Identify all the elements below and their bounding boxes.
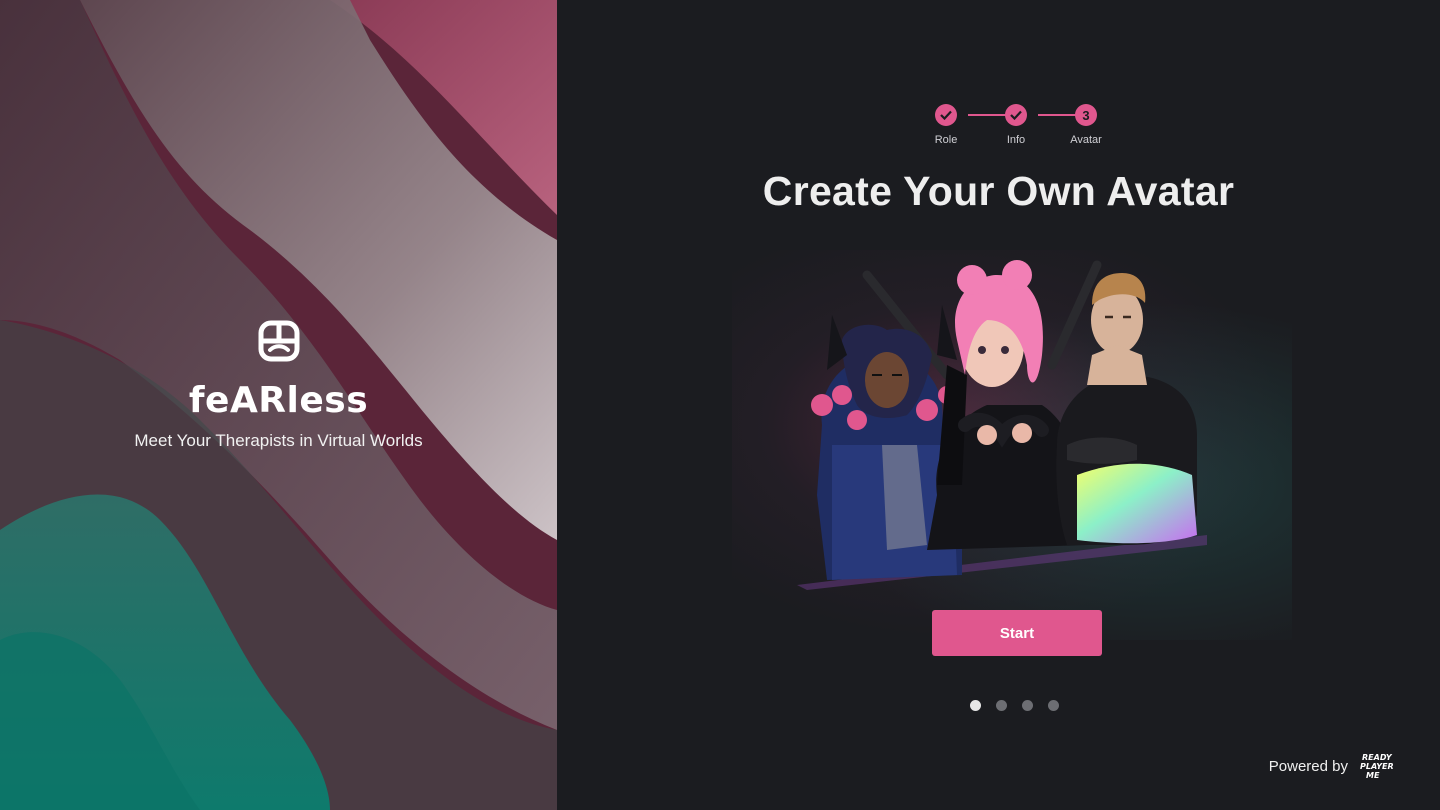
- carousel-pagination: [970, 700, 1059, 711]
- carousel-dot-4[interactable]: [1048, 700, 1059, 711]
- powered-by: Powered by READY PLAYER ME: [1269, 752, 1404, 780]
- step-info: Info: [986, 104, 1046, 146]
- app-logo-icon: [258, 320, 299, 362]
- progress-stepper: Role Info 3 Avatar: [927, 104, 1102, 148]
- powered-by-text: Powered by: [1268, 757, 1348, 775]
- svg-text:READY: READY: [1362, 753, 1393, 762]
- check-icon: [1005, 104, 1027, 126]
- brand-panel: feARless Meet Your Therapists in Virtual…: [0, 0, 557, 810]
- step-number: 3: [1075, 104, 1097, 126]
- start-button[interactable]: Start: [932, 610, 1102, 656]
- carousel-dot-1[interactable]: [970, 700, 981, 711]
- page-title: Create Your Own Avatar: [762, 168, 1235, 214]
- check-icon: [935, 104, 957, 126]
- step-label: Info: [1006, 134, 1026, 146]
- step-role: Role: [916, 104, 976, 146]
- step-label: Role: [934, 134, 958, 146]
- avatars-illustration: [797, 260, 1207, 590]
- app-tagline: Meet Your Therapists in Virtual Worlds: [134, 431, 423, 450]
- app-name: feARless: [188, 380, 369, 421]
- brand-block: feARless Meet Your Therapists in Virtual…: [0, 320, 557, 451]
- step-avatar: 3 Avatar: [1056, 104, 1116, 146]
- svg-text:ME: ME: [1366, 771, 1380, 780]
- carousel-dot-2[interactable]: [996, 700, 1007, 711]
- step-label: Avatar: [1070, 134, 1102, 146]
- ready-player-me-logo[interactable]: READY PLAYER ME: [1360, 752, 1404, 780]
- svg-text:PLAYER: PLAYER: [1360, 762, 1394, 771]
- onboarding-panel: Role Info 3 Avatar Create Your Own Avata…: [557, 0, 1440, 810]
- carousel-dot-3[interactable]: [1022, 700, 1033, 711]
